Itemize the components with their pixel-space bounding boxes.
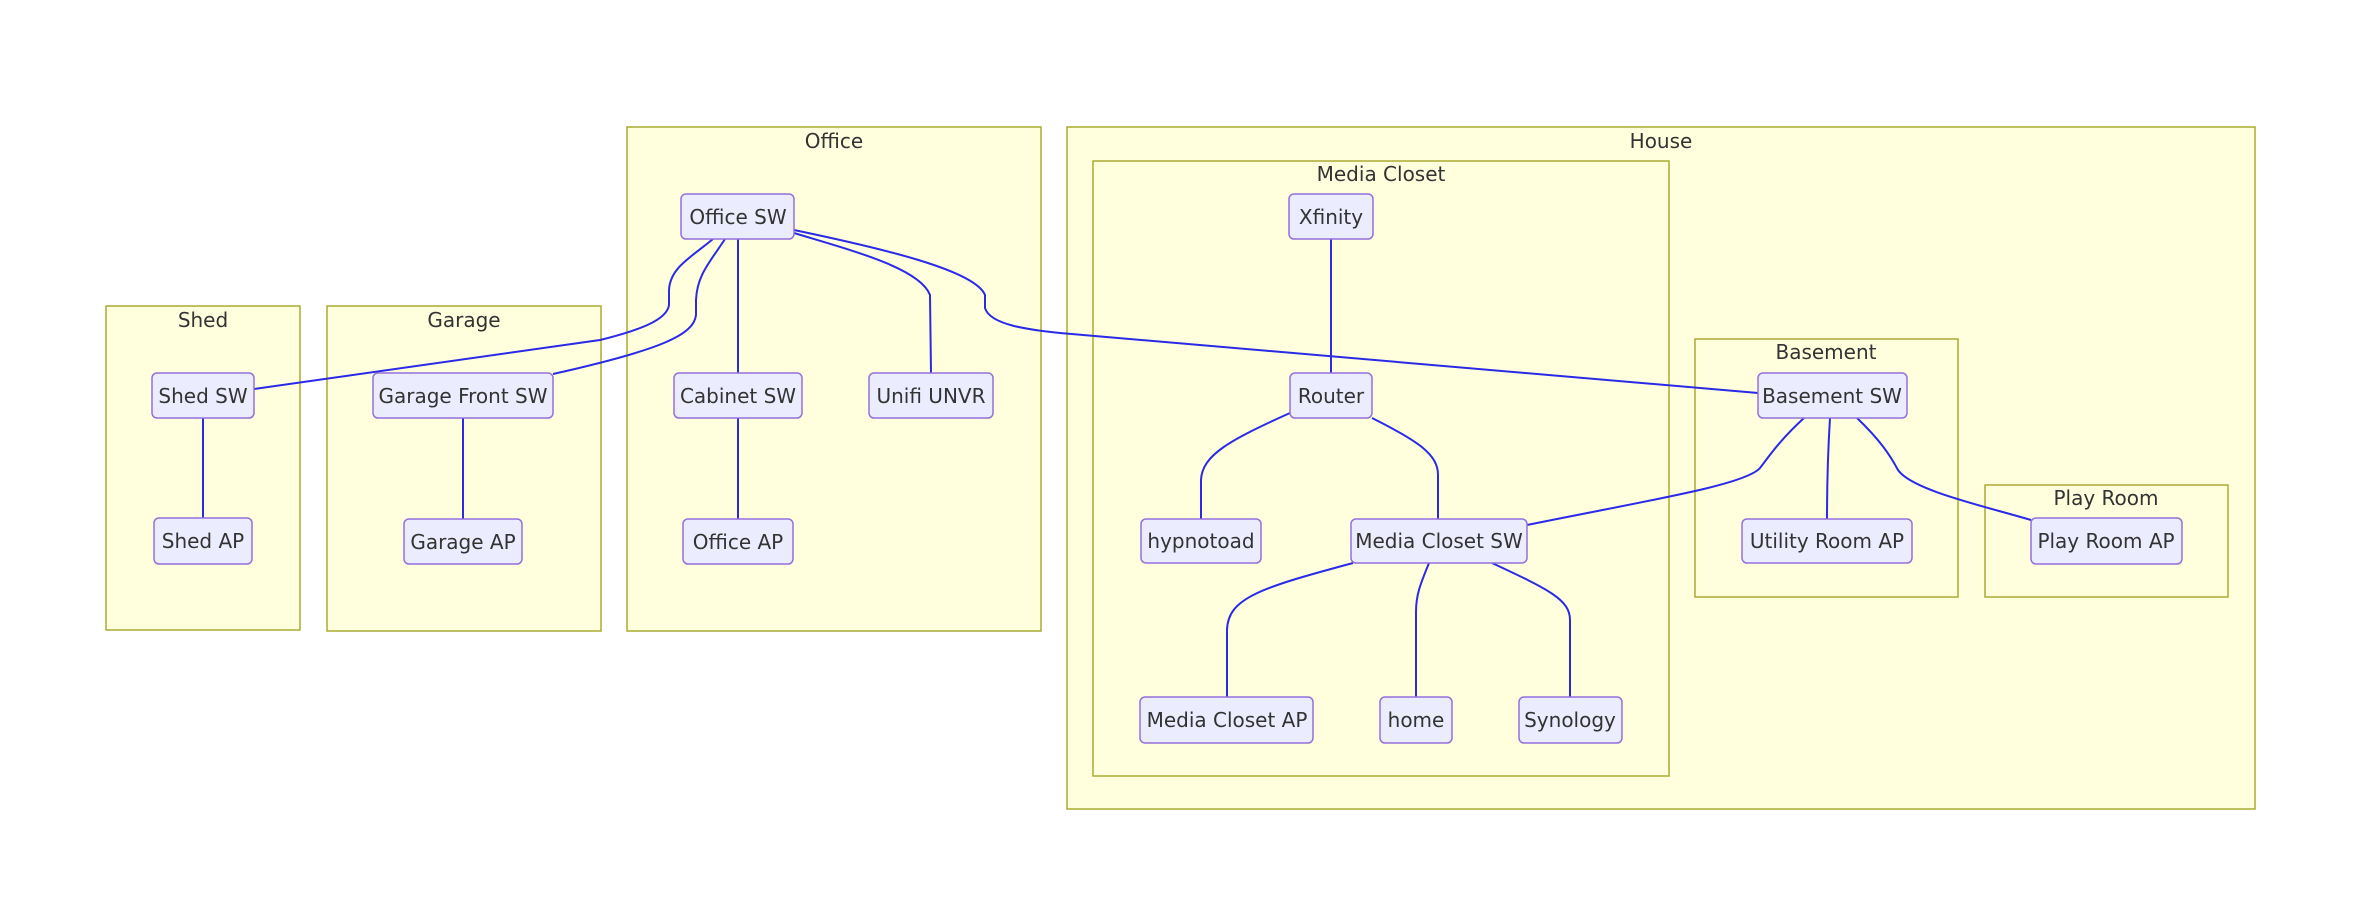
cluster-label-play-room: Play Room	[2053, 486, 2158, 510]
node-label: Xfinity	[1299, 205, 1363, 229]
node-label: Garage Front SW	[378, 384, 547, 408]
node-shed-sw[interactable]: Shed SW	[151, 372, 255, 419]
node-cabinet-sw[interactable]: Cabinet SW	[673, 372, 803, 419]
node-label: Unifi UNVR	[876, 384, 985, 408]
node-label: Utility Room AP	[1750, 529, 1904, 553]
node-xfinity[interactable]: Xfinity	[1288, 193, 1374, 240]
cluster-label-shed: Shed	[178, 308, 228, 332]
node-label: Cabinet SW	[680, 384, 796, 408]
cluster-label-garage: Garage	[427, 308, 500, 332]
node-basement-sw[interactable]: Basement SW	[1757, 372, 1908, 419]
node-label: Play Room AP	[2037, 529, 2174, 553]
node-label: Garage AP	[410, 530, 515, 554]
node-unifi-unvr[interactable]: Unifi UNVR	[868, 372, 994, 419]
cluster-media-closet: Media Closet	[1092, 160, 1670, 777]
node-label: Media Closet AP	[1147, 708, 1308, 732]
node-garage-ap[interactable]: Garage AP	[403, 518, 523, 565]
node-label: Synology	[1524, 708, 1616, 732]
node-play-room-ap[interactable]: Play Room AP	[2030, 517, 2183, 565]
cluster-label-house: House	[1630, 129, 1693, 153]
node-label: Office SW	[689, 205, 786, 229]
cluster-label-office: Office	[805, 129, 863, 153]
node-shed-ap[interactable]: Shed AP	[153, 517, 253, 565]
node-label: home	[1388, 708, 1445, 732]
node-synology[interactable]: Synology	[1518, 696, 1623, 744]
network-diagram: Shed Garage Office House Media Closet Ba…	[105, 126, 2256, 810]
node-label: Office AP	[693, 530, 783, 554]
node-home[interactable]: home	[1379, 696, 1453, 744]
node-label: Media Closet SW	[1355, 529, 1523, 553]
node-garage-front-sw[interactable]: Garage Front SW	[372, 372, 554, 419]
node-label: Shed SW	[158, 384, 247, 408]
node-media-closet-sw[interactable]: Media Closet SW	[1350, 518, 1528, 564]
cluster-label-basement: Basement	[1775, 340, 1876, 364]
node-label: hypnotoad	[1147, 529, 1254, 553]
node-utility-room-ap[interactable]: Utility Room AP	[1741, 518, 1913, 564]
node-office-sw[interactable]: Office SW	[680, 193, 795, 240]
node-label: Router	[1298, 384, 1365, 408]
node-label: Shed AP	[162, 529, 244, 553]
node-office-ap[interactable]: Office AP	[682, 518, 794, 565]
node-hypnotoad[interactable]: hypnotoad	[1140, 518, 1262, 564]
node-media-closet-ap[interactable]: Media Closet AP	[1139, 696, 1314, 744]
node-router[interactable]: Router	[1289, 372, 1373, 419]
cluster-label-media-closet: Media Closet	[1317, 162, 1446, 186]
node-label: Basement SW	[1762, 384, 1902, 408]
